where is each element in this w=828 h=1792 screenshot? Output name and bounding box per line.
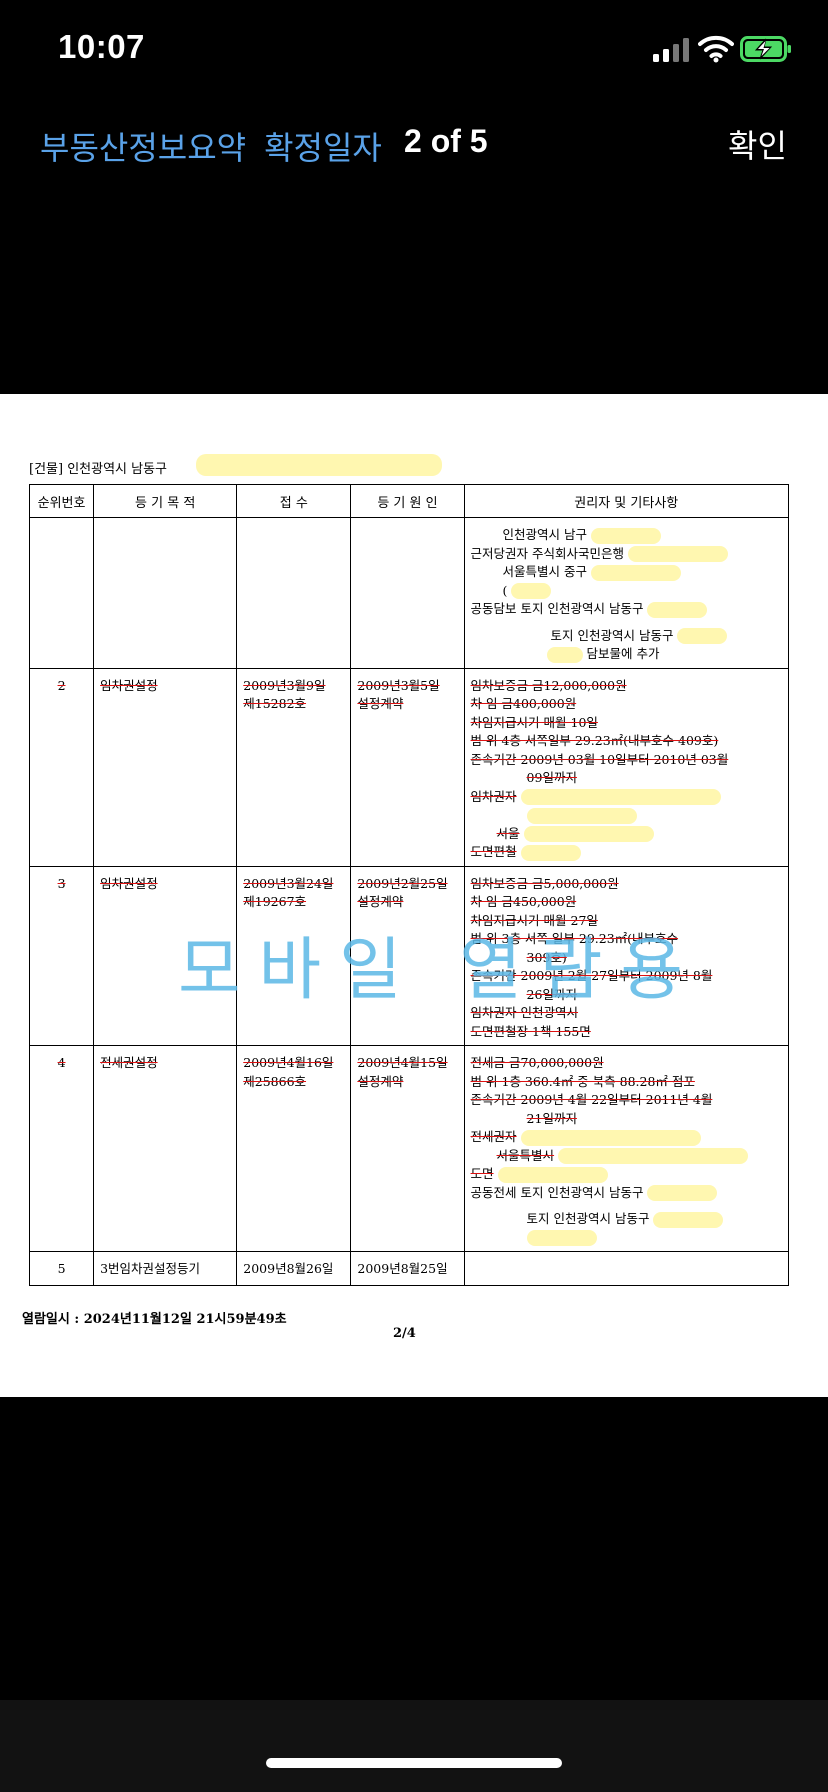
redaction-highlight: [196, 454, 442, 476]
battery-charging-icon: [740, 36, 791, 62]
redaction-highlight: [558, 1148, 749, 1164]
table-header-row: 순위번호 등 기 목 적 접 수 등 기 원 인 권리자 및 기타사항: [28, 484, 790, 518]
redaction-highlight: [523, 826, 654, 842]
status-bar: 10:07: [0, 0, 828, 100]
registry-table: 순위번호 등 기 목 적 접 수 등 기 원 인 권리자 및 기타사항 인천광역…: [28, 484, 790, 1286]
home-bar-area: [0, 1700, 828, 1792]
table-row: 4 전세권설정 2009년4월16일 제25866호 2009년4월15일 설정…: [28, 1045, 790, 1252]
nav-title-part1: 부동산정보요약: [40, 129, 247, 167]
redaction-highlight: [647, 601, 708, 618]
cellular-signal-icon: [653, 38, 689, 62]
table-row: 인천광역시 남구 근저당권자 주식회사국민은행 서울특별시 중구 ( 공동담보 …: [28, 517, 790, 669]
redaction-highlight: [526, 1230, 597, 1246]
header-cause: 등 기 원 인: [350, 484, 465, 518]
redaction-highlight: [546, 646, 583, 663]
redaction-highlight: [497, 1166, 608, 1183]
redaction-highlight: [628, 546, 729, 562]
redaction-highlight: [591, 564, 682, 581]
view-datetime: 열람일시 : 2024년11월12일 21시59분49초: [22, 1312, 287, 1327]
redaction-highlight: [520, 1129, 701, 1146]
watermark: 모바일 열람용: [178, 931, 701, 1010]
redaction-highlight: [520, 789, 721, 805]
redaction-highlight: [520, 844, 581, 861]
table-row: 5 3번임차권설정등기 2009년8월26일 2009년8월25일: [28, 1251, 790, 1286]
redaction-highlight: [653, 1211, 724, 1228]
rights-cell: 전세금 금70,000,000원 범 위 1층 360.4㎡ 중 북측 88.2…: [463, 1045, 790, 1252]
redaction-highlight: [677, 628, 728, 644]
page-number: 2/4: [393, 1326, 416, 1341]
header-purpose: 등 기 목 적: [93, 484, 238, 518]
nav-bar: 부동산정보요약 확정일자 2 of 5 확인: [0, 105, 828, 175]
redaction-highlight: [647, 1185, 718, 1201]
wifi-icon: [698, 35, 734, 63]
home-indicator[interactable]: [266, 1758, 562, 1768]
document-page[interactable]: [건물] 인천광역시 남동구 순위번호 등 기 목 적 접 수 등 기 원 인 …: [0, 394, 828, 1397]
redaction-highlight: [511, 583, 552, 599]
page-indicator: 2 of 5: [404, 123, 488, 159]
rights-cell: 인천광역시 남구 근저당권자 주식회사국민은행 서울특별시 중구 ( 공동담보 …: [463, 517, 790, 669]
nav-title: 부동산정보요약 확정일자: [40, 123, 382, 169]
redaction-highlight: [526, 807, 637, 824]
table-row: 2 임차권설정 2009년3월9일 제15282호 2009년3월5일 설정계약…: [28, 667, 790, 867]
status-time: 10:07: [58, 28, 145, 65]
nav-title-part2: 확정일자: [264, 129, 382, 167]
rights-cell: 임차보증금 금12,000,000원 차 임 금400,000원 차임지급시기 …: [463, 667, 790, 867]
redaction-highlight: [591, 527, 662, 544]
confirm-button[interactable]: 확인: [728, 121, 787, 167]
building-address: [건물] 인천광역시 남동구: [29, 462, 168, 477]
header-rank: 순위번호: [28, 484, 95, 518]
header-receipt: 접 수: [236, 484, 352, 518]
header-rights: 권리자 및 기타사항: [463, 484, 790, 518]
